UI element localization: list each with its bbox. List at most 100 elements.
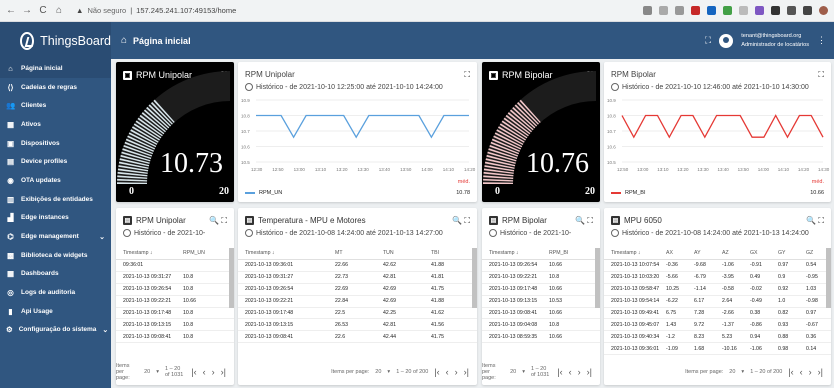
table-row[interactable]: 2021-10-13 09:22:21 10.8 <box>482 272 600 284</box>
search-fullscreen-icons[interactable]: 🔍 ⛶ <box>806 216 824 226</box>
column-header[interactable]: RPM_UN <box>176 250 226 256</box>
app-logo[interactable]: ThingsBoard <box>0 22 111 59</box>
fullscreen-icon[interactable]: ⛶ <box>464 70 470 80</box>
scrollbar[interactable] <box>229 248 234 308</box>
column-header[interactable]: TBI <box>424 250 472 256</box>
prev-page-icon[interactable]: ‹ <box>203 367 206 377</box>
sidebar-item[interactable]: ▣ Dispositivos <box>0 134 111 153</box>
column-header[interactable]: Timestamp ↓ <box>604 250 659 256</box>
sidebar-item[interactable]: ▤ Device profiles <box>0 152 111 171</box>
table-row[interactable]: 2021-10-13 09:36:01 -1.09 1.68 -10.16 -1.06 0… <box>604 343 831 356</box>
column-header[interactable]: Timestamp ↓ <box>116 250 176 256</box>
window-icon[interactable] <box>803 6 812 15</box>
first-page-icon[interactable]: |‹ <box>191 367 196 377</box>
fullscreen-icon[interactable]: ⛶ <box>705 35 711 46</box>
table-row[interactable]: 2021-10-13 09:26:54 22.69 42.69 41.75 <box>238 284 477 296</box>
column-header[interactable]: TUN <box>376 250 424 256</box>
sidebar-item[interactable]: ⌬ Edge management ⌄ <box>0 227 111 246</box>
table-row[interactable]: 2021-10-13 09:17:48 10.8 <box>116 308 234 320</box>
last-page-icon[interactable]: ›| <box>221 367 226 377</box>
items-per-page-select[interactable]: 20 <box>375 369 381 375</box>
sidebar-item[interactable]: 👥 Clientes <box>0 96 111 115</box>
sidebar-item[interactable]: ▥ Exibições de entidades <box>0 190 111 209</box>
table-row[interactable]: 2021-10-13 09:22:21 22.84 42.69 41.88 <box>238 296 477 308</box>
translate-icon[interactable] <box>643 6 652 15</box>
chevron-down-icon[interactable]: ▾ <box>522 369 525 375</box>
column-header[interactable]: AX <box>659 250 687 256</box>
share-icon[interactable] <box>659 6 668 15</box>
table-row[interactable]: 2021-10-13 09:31:27 10.8 <box>116 272 234 284</box>
last-page-icon[interactable]: ›| <box>587 367 592 377</box>
home-icon[interactable]: ⌂ <box>54 5 64 16</box>
profile-icon[interactable] <box>819 6 828 15</box>
puzzle-icon[interactable] <box>771 6 780 15</box>
sidebar-item[interactable]: ▟ Edge instances <box>0 209 111 228</box>
scrollbar[interactable] <box>472 248 477 308</box>
search-fullscreen-icons[interactable]: 🔍 ⛶ <box>209 216 227 226</box>
forward-icon[interactable]: → <box>22 5 32 16</box>
next-page-icon[interactable]: › <box>809 367 812 377</box>
first-page-icon[interactable]: |‹ <box>434 367 439 377</box>
address-bar[interactable]: ▲ Não seguro | 157.245.241.107:49153/hom… <box>70 3 242 19</box>
chevron-down-icon[interactable]: ▾ <box>156 369 159 375</box>
table-row[interactable]: 2021-10-13 09:36:01 22.66 42.62 41.88 <box>238 260 477 272</box>
more-vert-icon[interactable]: ⋮ <box>817 35 826 46</box>
table-row[interactable]: 2021-10-13 09:22:21 10.66 <box>116 296 234 308</box>
next-page-icon[interactable]: › <box>455 367 458 377</box>
sidebar-item[interactable]: ▩ Biblioteca de widgets <box>0 246 111 265</box>
extension-green-icon[interactable] <box>723 6 732 15</box>
sidebar-item[interactable]: ⌂ Página inicial <box>0 59 111 78</box>
items-per-page-select[interactable]: 20 <box>729 369 735 375</box>
chevron-down-icon[interactable]: ▾ <box>387 369 390 375</box>
table-row[interactable]: 2021-10-13 09:04:08 10.8 <box>482 319 600 332</box>
fullscreen-icon[interactable]: ⛶ <box>818 70 824 80</box>
column-header[interactable]: Timestamp ↓ <box>238 250 328 256</box>
extension-purple-icon[interactable] <box>755 6 764 15</box>
sidebar-item[interactable]: ▮ Api Usage <box>0 302 111 321</box>
first-page-icon[interactable]: |‹ <box>788 367 793 377</box>
table-row[interactable]: 2021-10-13 09:17:48 10.66 <box>482 284 600 296</box>
table-row[interactable]: 2021-10-13 09:13:15 10.53 <box>482 296 600 308</box>
items-per-page-select[interactable]: 20 <box>510 369 516 375</box>
user-info[interactable]: tenant@thingsboard.org Administrador de … <box>741 32 809 50</box>
playlist-icon[interactable] <box>787 6 796 15</box>
sidebar-item[interactable]: ▦ Dashboards <box>0 265 111 284</box>
table-row[interactable]: 2021-10-13 09:40:34 -1.2 8.23 5.23 0.94 0.88 0… <box>604 331 831 344</box>
sidebar-item[interactable]: ◎ Logs de auditoria <box>0 283 111 302</box>
table-row[interactable]: 2021-10-13 09:31:27 22.73 42.81 41.81 <box>238 272 477 284</box>
table-row[interactable]: 2021-10-13 09:13:15 26.53 42.81 41.56 <box>238 319 477 332</box>
table-row[interactable]: 2021-10-13 09:26:54 10.66 <box>482 260 600 272</box>
sidebar-item[interactable]: ⚙ Configuração do sistema ⌄ <box>0 321 111 340</box>
column-header[interactable]: AY <box>687 250 715 256</box>
sidebar-item[interactable]: ⟨⟩ Cadeias de regras <box>0 78 111 97</box>
scrollbar[interactable] <box>826 248 831 308</box>
column-header[interactable]: Timestamp ↓ <box>482 250 542 256</box>
extension-gray-icon[interactable] <box>739 6 748 15</box>
table-row[interactable]: 2021-10-13 09:08:41 10.8 <box>116 331 234 344</box>
bookmark-icon[interactable] <box>675 6 684 15</box>
avatar[interactable] <box>719 33 734 48</box>
column-header[interactable]: MT <box>328 250 376 256</box>
column-header[interactable]: GX <box>743 250 771 256</box>
extension-red-icon[interactable] <box>691 6 700 15</box>
column-header[interactable]: GZ <box>799 250 827 256</box>
table-row[interactable]: 2021-10-13 09:45:07 1.43 9.72 -1.37 -0.86 0.9… <box>604 319 831 332</box>
prev-page-icon[interactable]: ‹ <box>569 367 572 377</box>
column-header[interactable]: GY <box>771 250 799 256</box>
last-page-icon[interactable]: ›| <box>464 367 469 377</box>
first-page-icon[interactable]: |‹ <box>557 367 562 377</box>
table-row[interactable]: 2021-10-13 09:17:48 22.5 42.25 41.62 <box>238 308 477 320</box>
table-row[interactable]: 2021-10-13 10:03:20 -5.66 -6.79 -3.95 0.49 0.… <box>604 272 831 284</box>
sidebar-item[interactable]: ◉ OTA updates <box>0 171 111 190</box>
reload-icon[interactable]: C <box>38 5 48 16</box>
sidebar-item[interactable]: ▦ Ativos <box>0 115 111 134</box>
table-row[interactable]: 2021-10-13 10:07:54 -0.36 -9.68 -1.06 -0.91 0… <box>604 260 831 272</box>
column-header[interactable]: AZ <box>715 250 743 256</box>
back-icon[interactable]: ← <box>6 5 16 16</box>
table-row[interactable]: 2021-10-13 09:08:41 10.66 <box>482 308 600 320</box>
search-fullscreen-icons[interactable]: 🔍 ⛶ <box>575 216 593 226</box>
column-header[interactable]: RPM_BI <box>542 250 592 256</box>
prev-page-icon[interactable]: ‹ <box>800 367 803 377</box>
table-row[interactable]: 2021-10-13 09:08:41 22.6 42.44 41.75 <box>238 331 477 344</box>
prev-page-icon[interactable]: ‹ <box>446 367 449 377</box>
